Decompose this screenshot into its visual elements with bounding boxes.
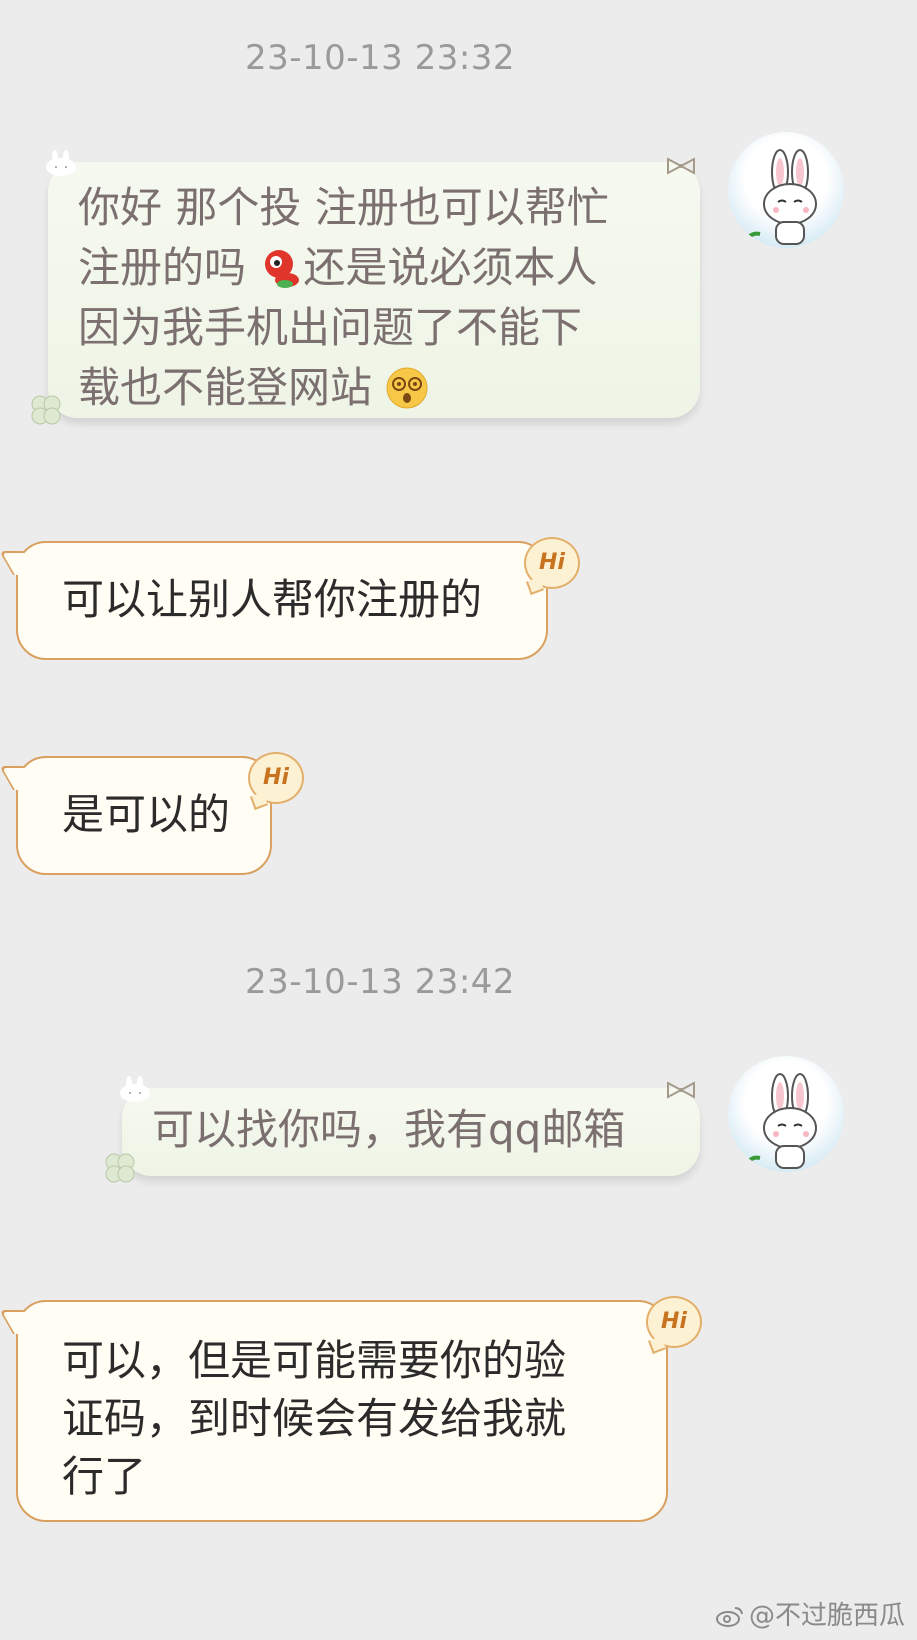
message-line: 你好 那个投 注册也可以帮忙 <box>78 183 609 232</box>
message-bubble-outgoing[interactable]: 你好 那个投 注册也可以帮忙 注册的吗 还是说必须本人 因为我手机出问题了不能下… <box>48 162 700 418</box>
message-line: 载也不能登网站 <box>78 358 672 418</box>
user-avatar[interactable] <box>728 132 844 248</box>
bunny-decoration-icon <box>120 1076 150 1102</box>
bow-decoration-icon <box>667 1081 695 1099</box>
message-text: 还是说必须本人 <box>303 243 598 292</box>
bow-decoration-icon <box>667 157 695 175</box>
timestamp: 23-10-13 23:32 <box>244 38 516 78</box>
dizzy-face-emoji <box>385 366 429 410</box>
red-mascot-emoji <box>259 246 303 290</box>
message-text: 是可以的 <box>62 790 231 839</box>
watermark: @不过脆西瓜 <box>715 1595 905 1632</box>
message-line: 因为我手机出问题了不能下 <box>78 303 583 352</box>
message-bubble-incoming[interactable]: 可以让别人帮你注册的 <box>16 541 548 660</box>
message-text: 可以找你吗，我有qq邮箱 <box>152 1105 626 1154</box>
message-text: 可以让别人帮你注册的 <box>62 575 483 624</box>
message-bubble-outgoing[interactable]: 可以找你吗，我有qq邮箱 <box>122 1088 700 1176</box>
message-bubble-incoming[interactable]: 可以，但是可能需要你的验 证码，到时候会有发给我就 行了 <box>16 1300 668 1522</box>
message-line: 证码，到时候会有发给我就 <box>62 1394 567 1443</box>
hi-badge-icon: Hi <box>646 1296 702 1348</box>
bunny-decoration-icon <box>46 150 76 176</box>
message-bubble-incoming[interactable]: 是可以的 <box>16 756 272 875</box>
user-avatar[interactable] <box>728 1056 844 1172</box>
weibo-logo-icon <box>715 1607 743 1627</box>
timestamp: 23-10-13 23:42 <box>244 962 516 1002</box>
message-text: 注册的吗 <box>78 243 247 292</box>
message-line: 注册的吗 还是说必须本人 <box>78 238 672 298</box>
watermark-text: @不过脆西瓜 <box>748 1601 905 1631</box>
chat-screen: 23-10-13 23:32 你好 那个投 注册也可以帮忙 注册的吗 还是说必须… <box>0 0 917 1640</box>
message-line: 行了 <box>62 1452 147 1501</box>
clover-decoration-icon <box>105 1153 135 1183</box>
message-line: 可以，但是可能需要你的验 <box>62 1336 567 1385</box>
hi-badge-icon: Hi <box>524 537 580 589</box>
hi-badge-icon: Hi <box>248 752 304 804</box>
message-text: 载也不能登网站 <box>78 363 373 412</box>
clover-decoration-icon <box>31 395 61 425</box>
